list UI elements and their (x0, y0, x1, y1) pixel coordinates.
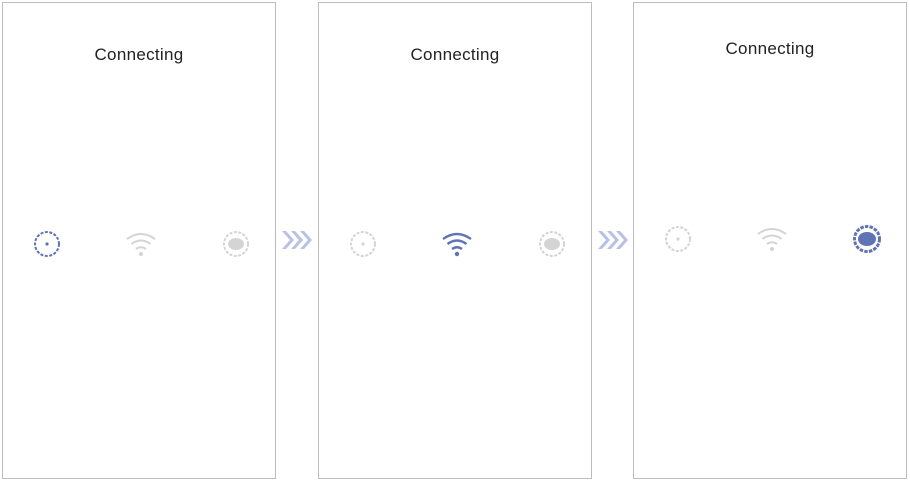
wifi-icon (440, 227, 474, 261)
page-title: Connecting (410, 45, 500, 64)
connecting-screen-2: Connecting (318, 2, 592, 479)
connection-steps (634, 222, 906, 256)
phone-icon (661, 222, 695, 256)
connecting-screen-1: Connecting (2, 2, 276, 479)
chevron-right-icon (596, 228, 630, 252)
phone-icon (30, 227, 64, 261)
chevron-right-icon (280, 228, 314, 252)
device-icon (850, 222, 884, 256)
page-title: Connecting (94, 45, 184, 64)
page-title: Connecting (725, 39, 815, 58)
device-icon (535, 227, 569, 261)
connecting-screen-3: Connecting (633, 2, 907, 479)
wifi-icon (124, 227, 158, 261)
connection-steps (319, 227, 591, 261)
connection-steps (3, 227, 275, 261)
wifi-icon (755, 222, 789, 256)
phone-icon (346, 227, 380, 261)
device-icon (219, 227, 253, 261)
